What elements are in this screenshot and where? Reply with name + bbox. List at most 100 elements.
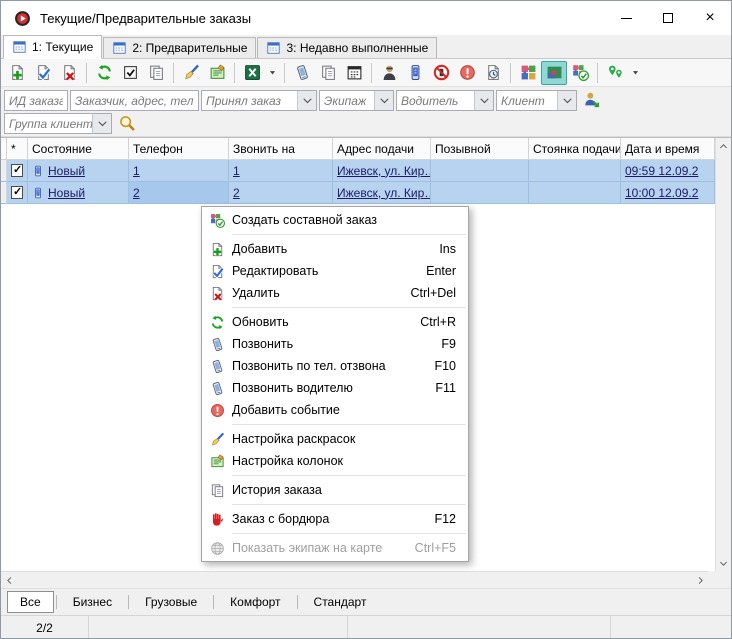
toolbar-paint-button[interactable] [178,61,204,85]
driver-combo[interactable]: Водитель [396,90,494,111]
datetime-cell[interactable]: 09:59 12.09.2 [621,160,715,182]
menu-item-refresh[interactable]: ОбновитьCtrl+R [202,311,468,333]
menu-item-delete[interactable]: УдалитьCtrl+Del [202,282,468,304]
table-row[interactable]: Новый 1 1 Ижевск, ул. Кир… 09:59 12.09.2 [1,160,715,182]
datetime-cell[interactable]: 10:00 12.09.2 [621,182,715,204]
scroll-right-button[interactable] [692,572,708,588]
toolbar-no-call-button[interactable] [428,61,454,85]
order-id-input[interactable] [5,91,67,110]
client-combo[interactable]: Клиент [496,90,577,111]
menu-item-curb-order[interactable]: Заказ с бордюраF12 [202,508,468,530]
scroll-down-button[interactable] [716,555,731,571]
column-header-stand[interactable]: Стоянка подачи [529,138,621,160]
menu-item-edit[interactable]: РедактироватьEnter [202,260,468,282]
toolbar-calendar-button[interactable] [341,61,367,85]
order-id-field[interactable] [4,90,68,111]
client-group-combo[interactable]: Группа клиента [4,113,112,134]
call-to-cell[interactable]: 2 [229,182,333,204]
toolbar-clock-doc-button[interactable] [480,61,506,85]
call-to-cell[interactable]: 1 [229,160,333,182]
callsign-cell[interactable] [431,160,529,182]
toolbar-doc-add-button[interactable] [4,61,30,85]
tab-recently-completed[interactable]: 3: Недавно выполненные [257,37,437,58]
menu-item-color-settings[interactable]: Настройка раскрасок [202,428,468,450]
horizontal-scrollbar[interactable] [1,571,708,588]
took-order-dropdown[interactable] [297,91,316,110]
category-tab-cargo[interactable]: Грузовые [131,592,211,612]
address-link[interactable]: Ижевск, ул. Кир… [337,164,431,178]
toolbar-copy-button[interactable] [143,61,169,85]
category-tab-business[interactable]: Бизнес [59,592,126,612]
row-checkbox-cell[interactable] [7,182,28,204]
phone-link[interactable]: 2 [133,186,140,200]
toolbar-map-pins-button[interactable] [602,61,628,85]
crew-combo[interactable]: Экипаж [319,90,394,111]
customer-input[interactable] [71,91,198,110]
toolbar-phone-button[interactable] [289,61,315,85]
column-header-check[interactable]: * [7,138,28,160]
column-header-callsign[interactable]: Позывной [431,138,529,160]
category-tab-standard[interactable]: Стандарт [300,592,381,612]
toolbar-puzzle-button[interactable] [541,61,567,85]
toolbar-doc-edit-button[interactable] [30,61,56,85]
row-checkbox-cell[interactable] [7,160,28,182]
call-to-link[interactable]: 2 [233,186,240,200]
column-header-call-to[interactable]: Звонить на [229,138,333,160]
state-link[interactable]: Новый [48,186,85,200]
toolbar-dropdown-button[interactable] [628,61,643,85]
scroll-up-button[interactable] [716,138,731,154]
column-header-phone[interactable]: Телефон [129,138,229,160]
column-header-state[interactable]: Состояние [28,138,129,160]
datetime-link[interactable]: 09:59 12.09.2 [625,164,698,178]
toolbar-checkbox-button[interactable] [117,61,143,85]
phone-cell[interactable]: 2 [129,182,229,204]
state-cell[interactable]: Новый [28,160,129,182]
maximize-button[interactable] [647,1,689,35]
callsign-cell[interactable] [431,182,529,204]
toolbar-puzzle-check-button[interactable] [567,61,593,85]
toolbar-person-button[interactable] [376,61,402,85]
menu-item-call[interactable]: ПозвонитьF9 [202,333,468,355]
checked-checkbox[interactable] [11,164,23,177]
toolbar-excel-button[interactable] [239,61,265,85]
table-row[interactable]: Новый 2 2 Ижевск, ул. Кир… 10:00 12.09.2 [1,182,715,204]
checked-checkbox[interactable] [11,186,23,199]
address-cell[interactable]: Ижевск, ул. Кир… [333,182,431,204]
menu-item-column-settings[interactable]: Настройка колонок [202,450,468,472]
minimize-button[interactable] [605,1,647,35]
category-tab-comfort[interactable]: Комфорт [216,592,294,612]
tab-current[interactable]: 1: Текущие [3,35,102,59]
menu-item-add[interactable]: ДобавитьIns [202,238,468,260]
driver-dropdown[interactable] [474,91,493,110]
tab-preliminary[interactable]: 2: Предварительные [103,37,256,58]
column-header-address[interactable]: Адрес подачи [333,138,431,160]
call-to-link[interactable]: 1 [233,164,240,178]
scroll-left-button[interactable] [1,572,17,588]
find-client-button[interactable] [583,91,602,110]
toolbar-copy-button[interactable] [315,61,341,85]
search-button[interactable] [118,114,137,133]
address-cell[interactable]: Ижевск, ул. Кир… [333,160,431,182]
crew-dropdown[interactable] [374,91,393,110]
toolbar-doc-delete-button[interactable] [56,61,82,85]
menu-item-call-driver[interactable]: Позвонить водителюF11 [202,377,468,399]
toolbar-puzzle-4-button[interactable] [515,61,541,85]
stand-cell[interactable] [529,182,621,204]
toolbar-mobile-button[interactable] [402,61,428,85]
category-tab-all[interactable]: Все [7,591,54,613]
menu-item-call-callback[interactable]: Позвонить по тел. отзвонаF10 [202,355,468,377]
toolbar-refresh-button[interactable] [91,61,117,85]
took-order-combo[interactable]: Принял заказ [201,90,317,111]
toolbar-dropdown-button[interactable] [265,61,280,85]
stand-cell[interactable] [529,160,621,182]
datetime-link[interactable]: 10:00 12.09.2 [625,186,698,200]
vertical-scrollbar[interactable] [715,138,731,571]
state-link[interactable]: Новый [48,164,85,178]
state-cell[interactable]: Новый [28,182,129,204]
phone-link[interactable]: 1 [133,164,140,178]
menu-item-create-compound-order[interactable]: Создать составной заказ [202,209,468,231]
client-group-dropdown[interactable] [92,114,111,133]
phone-cell[interactable]: 1 [129,160,229,182]
client-dropdown[interactable] [557,91,576,110]
menu-item-add-event[interactable]: Добавить событие [202,399,468,421]
